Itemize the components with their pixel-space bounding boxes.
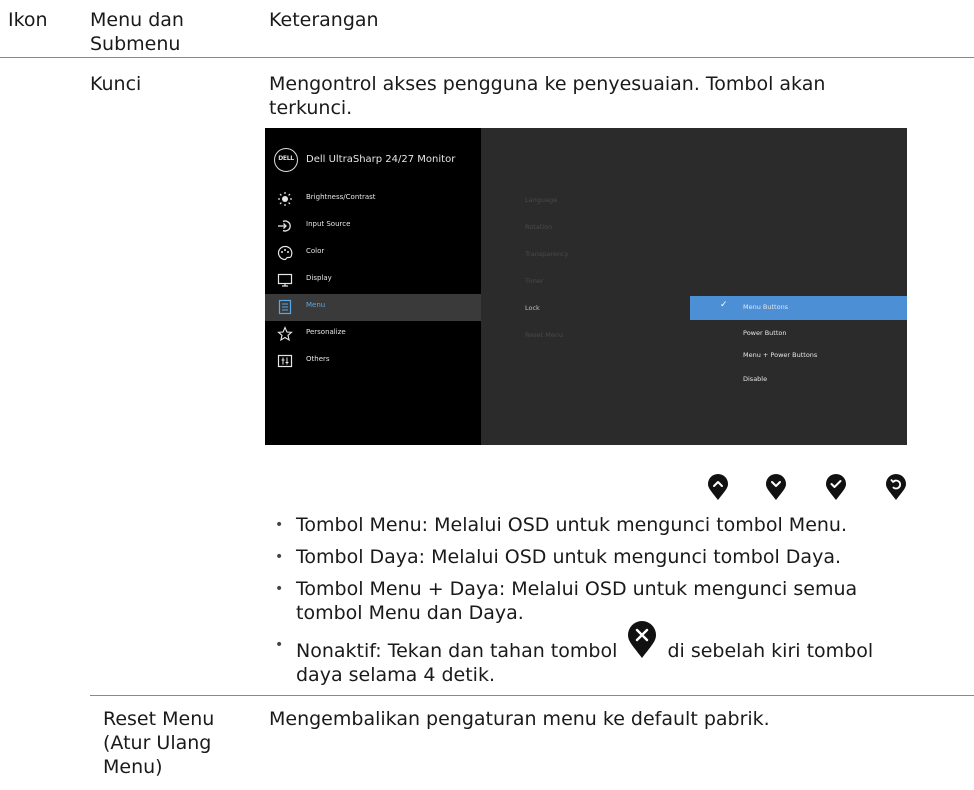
osd-submenu-language[interactable]: Language	[525, 196, 557, 204]
osd-submenu-rotation[interactable]: Rotation	[525, 223, 552, 231]
monitor-icon	[277, 272, 293, 288]
osd-option-label: Disable	[743, 375, 768, 383]
header-icon-column: Ikon	[8, 9, 48, 31]
osd-submenu-timer[interactable]: Timer	[525, 277, 544, 285]
list-item: Tombol Daya: Melalui OSD untuk mengunci …	[275, 545, 916, 569]
osd-option-power-button[interactable]: Power Button	[690, 322, 907, 346]
list-item: Nonaktif: Tekan dan tahan tombol di sebe…	[275, 621, 916, 687]
osd-option-label: Power Button	[743, 329, 787, 337]
osd-screenshot: DELL Dell UltraSharp 24/27 Monitor Brigh…	[265, 128, 907, 445]
osd-option-label: Menu + Power Buttons	[743, 351, 818, 359]
osd-menu-item-display[interactable]: Display	[265, 267, 481, 294]
osd-menu-label: Personalize	[306, 328, 346, 336]
header-description-column: Keterangan	[269, 9, 379, 31]
header-menu-column: Menu dan Submenu	[90, 9, 184, 55]
osd-submenu-transparency[interactable]: Transparency	[525, 250, 568, 258]
osd-option-menu-buttons[interactable]: ✓ Menu Buttons	[690, 296, 907, 320]
row-divider	[90, 695, 974, 696]
header-divider	[0, 57, 974, 58]
osd-option-menu-power-buttons[interactable]: Menu + Power Buttons	[690, 344, 907, 368]
lock-description: Mengontrol akses pengguna ke penyesuaian…	[269, 73, 826, 119]
osd-submenu-reset-menu[interactable]: Reset Menu	[525, 331, 563, 339]
check-icon: ✓	[720, 300, 728, 310]
osd-option-disable[interactable]: Disable	[690, 368, 907, 392]
osd-menu-label: Color	[306, 247, 325, 255]
sun-icon	[277, 191, 293, 207]
osd-submenu-lock[interactable]: Lock	[525, 304, 540, 312]
sliders-icon	[277, 353, 293, 369]
dell-logo: DELL	[274, 148, 298, 172]
osd-menu-label: Brightness/Contrast	[306, 193, 376, 201]
chevron-down-icon	[765, 474, 787, 501]
osd-menu-item-menu[interactable]: Menu	[265, 294, 481, 321]
osd-menu-item-input-source[interactable]: Input Source	[265, 213, 481, 240]
osd-menu-item-color[interactable]: Color	[265, 240, 481, 267]
list-item: Tombol Menu: Melalui OSD untuk mengunci …	[275, 513, 916, 537]
input-source-icon	[277, 218, 293, 234]
list-item: Tombol Menu + Daya: Melalui OSD untuk me…	[275, 577, 916, 625]
osd-menu-label: Input Source	[306, 220, 351, 228]
osd-menu-item-personalize[interactable]: Personalize	[265, 321, 481, 348]
back-icon	[885, 474, 907, 501]
osd-menu-item-others[interactable]: Others	[265, 348, 481, 375]
check-icon	[825, 474, 847, 501]
star-icon	[277, 326, 293, 342]
lock-menu-label: Kunci	[90, 73, 142, 95]
osd-option-label: Menu Buttons	[743, 303, 789, 311]
osd-menu-label: Others	[306, 355, 330, 363]
close-icon	[623, 621, 661, 658]
reset-menu-description: Mengembalikan pengaturan menu ke default…	[269, 708, 770, 730]
menu-list-icon	[277, 299, 293, 315]
lock-options-list: Tombol Menu: Melalui OSD untuk mengunci …	[275, 513, 916, 695]
palette-icon	[277, 245, 293, 261]
osd-menu-item-brightness[interactable]: Brightness/Contrast	[265, 186, 481, 213]
osd-menu-label: Menu	[306, 301, 326, 309]
chevron-up-icon	[707, 474, 729, 501]
reset-menu-label: Reset Menu (Atur Ulang Menu)	[103, 708, 215, 778]
osd-main-menu: DELL Dell UltraSharp 24/27 Monitor Brigh…	[265, 128, 481, 445]
osd-title: Dell UltraSharp 24/27 Monitor	[306, 154, 456, 165]
osd-menu-label: Display	[306, 274, 332, 282]
